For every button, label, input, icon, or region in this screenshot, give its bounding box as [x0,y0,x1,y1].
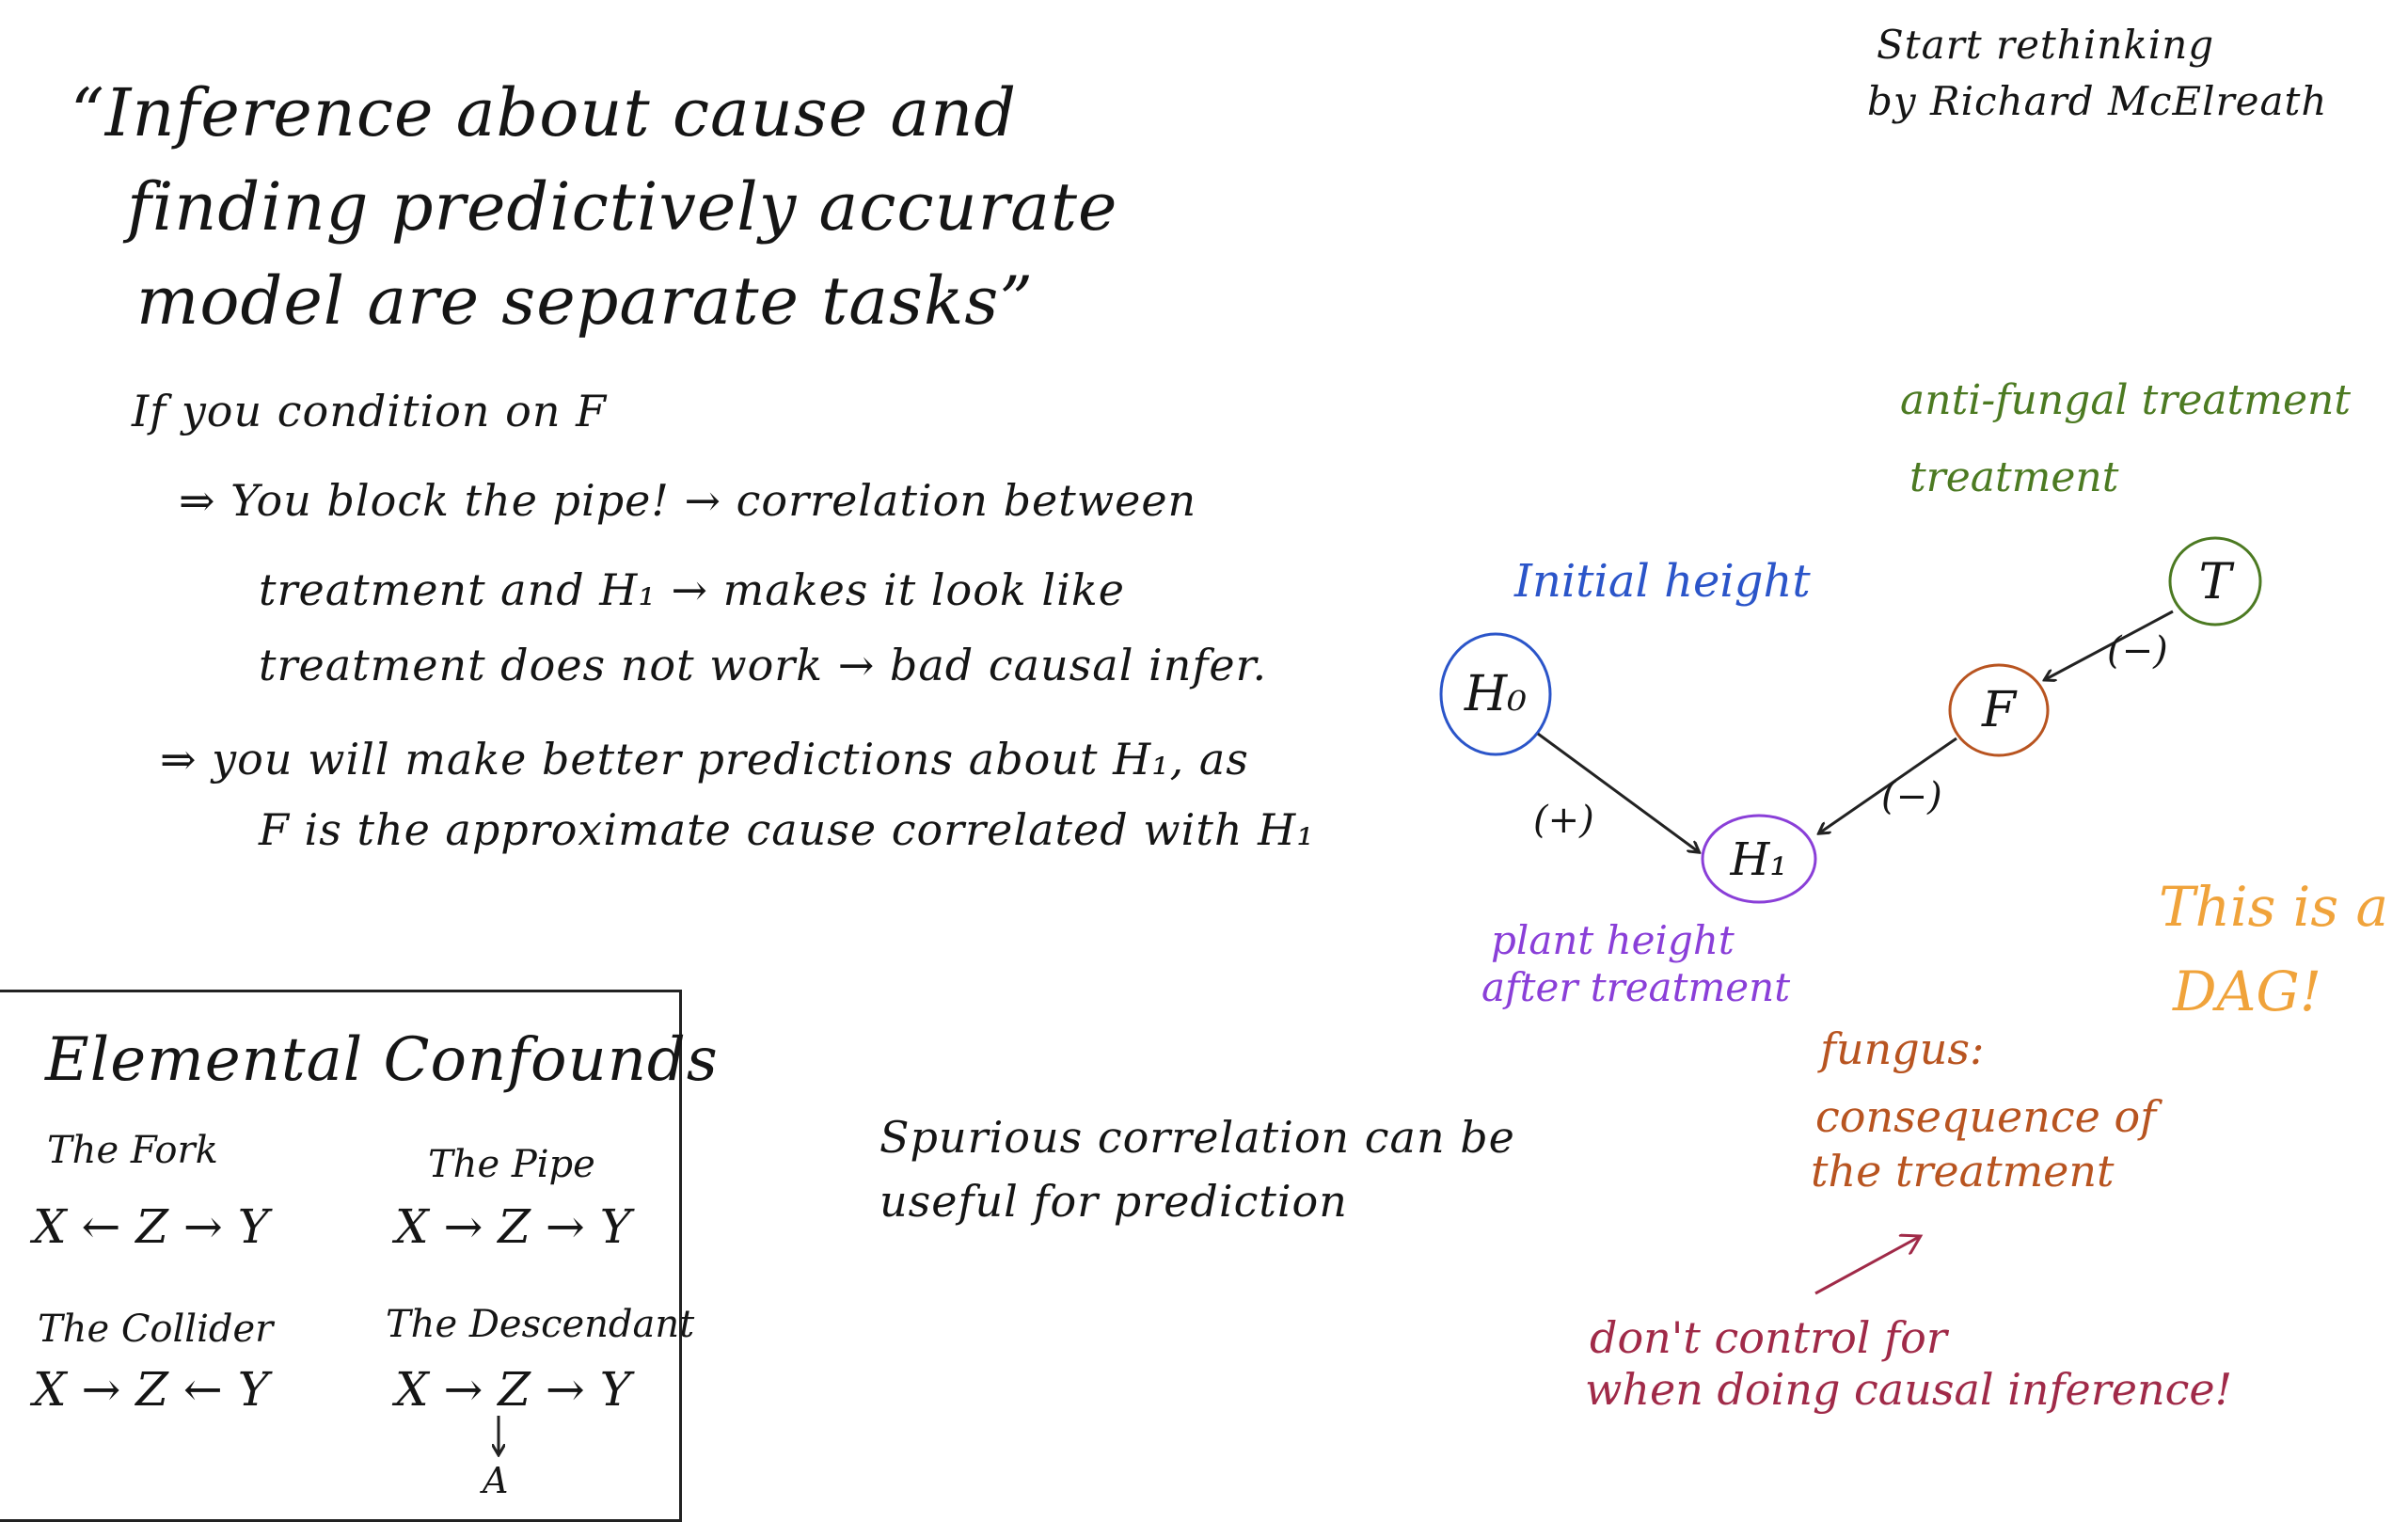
label-fungus-line-3: the treatment [1811,1146,2115,1197]
dag-note-line-1: This is a [2159,875,2389,939]
node-f-label: F [1981,682,2018,738]
control-line-1: don't control for [1590,1312,1947,1363]
label-plant-line-2: after treatment [1481,964,1791,1010]
node-h1-label: H₁ [1729,833,1787,886]
label-fungus-line-1: fungus: [1820,1023,1985,1074]
node-h0-label: H₀ [1464,666,1527,722]
label-treatment-line-1: anti-fungal treatment [1900,376,2352,424]
sign-t-f: (−) [2107,629,2168,673]
control-line-2: when doing causal inference! [1585,1364,2233,1415]
control-arrow [1814,1237,1919,1295]
dag-note-line-2: DAG! [2173,959,2322,1023]
sign-h0-h1: (+) [1533,799,1594,842]
sign-f-h1: (−) [1881,775,1942,818]
label-initial-height: Initial height [1514,555,1811,608]
label-treatment-line-2: treatment [1909,453,2119,501]
dag-diagram: H₀ H₁ F T (+) (−) (−) [0,536,2262,1505]
node-t-label: T [2199,554,2235,610]
label-fungus-line-2: consequence of [1815,1091,2157,1142]
label-plant-line-1: plant height [1491,917,1735,963]
